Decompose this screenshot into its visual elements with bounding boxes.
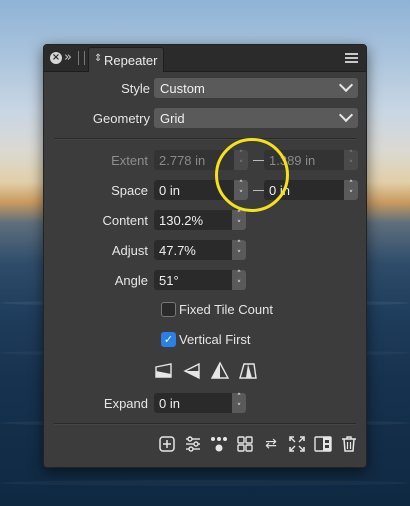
shear-down-icon[interactable] bbox=[238, 361, 258, 381]
angle-stepper[interactable]: ˄ ˅ bbox=[232, 270, 246, 290]
space-label: Space bbox=[111, 183, 148, 198]
expand-label: Expand bbox=[103, 396, 148, 411]
extent-y-stepper[interactable]: ˄ ˅ bbox=[344, 150, 358, 170]
expand-icon[interactable] bbox=[287, 434, 307, 454]
angle-field[interactable]: 51° ˄ ˅ bbox=[154, 270, 246, 290]
vertical-first-label: Vertical First bbox=[179, 332, 251, 347]
style-label: Style bbox=[121, 81, 150, 96]
divider bbox=[54, 423, 356, 425]
shear-right-icon[interactable] bbox=[182, 361, 202, 381]
tab-arrows-icon: ⇕ bbox=[94, 53, 103, 64]
spin-down-icon[interactable]: ˅ bbox=[232, 280, 246, 290]
space-x-value: 0 in bbox=[159, 183, 180, 198]
hamburger-menu-icon[interactable] bbox=[345, 53, 358, 63]
trash-icon[interactable] bbox=[339, 434, 359, 454]
spin-down-icon[interactable]: ˅ bbox=[344, 160, 358, 170]
angle-value: 51° bbox=[159, 273, 179, 288]
repeater-panel: × » ⇕ Repeater Style Custom Geometry Gri… bbox=[43, 44, 367, 468]
panel-titlebar: × » ⇕ Repeater bbox=[44, 45, 366, 72]
vertical-first-checkbox[interactable]: ✓ bbox=[161, 332, 176, 347]
spin-up-icon[interactable]: ˄ bbox=[232, 270, 246, 280]
adjust-label: Adjust bbox=[111, 243, 148, 258]
close-icon[interactable]: × bbox=[50, 52, 62, 64]
spin-up-icon[interactable]: ˄ bbox=[344, 150, 358, 160]
content-field[interactable]: 130.2% ˄ ˅ bbox=[154, 210, 246, 230]
geometry-dropdown[interactable]: Grid bbox=[154, 107, 358, 128]
wave bbox=[0, 480, 410, 486]
tab-label: Repeater bbox=[104, 53, 158, 68]
expand-field[interactable]: 0 in ˄ ˅ bbox=[154, 393, 246, 413]
space-y-stepper[interactable]: ˄ ˅ bbox=[344, 180, 358, 200]
sliders-icon[interactable] bbox=[183, 434, 203, 454]
collapse-icon[interactable]: » bbox=[64, 50, 72, 65]
chevron-down-icon bbox=[338, 77, 354, 93]
chevron-down-icon bbox=[338, 107, 354, 123]
adjust-stepper[interactable]: ˄ ˅ bbox=[232, 240, 246, 260]
spin-down-icon[interactable]: ˅ bbox=[232, 403, 246, 413]
shuffle-icon[interactable]: ⇄ bbox=[261, 434, 281, 454]
fixed-tile-count-label: Fixed Tile Count bbox=[179, 302, 273, 317]
highlight-ring bbox=[215, 138, 289, 212]
content-value: 130.2% bbox=[159, 213, 204, 228]
adjust-field[interactable]: 47.7% ˄ ˅ bbox=[154, 240, 246, 260]
geometry-value: Grid bbox=[160, 111, 185, 126]
spin-down-icon[interactable]: ˅ bbox=[232, 250, 246, 260]
spin-down-icon[interactable]: ˅ bbox=[344, 190, 358, 200]
style-dropdown[interactable]: Custom bbox=[154, 77, 358, 98]
tab-repeater[interactable]: ⇕ Repeater bbox=[88, 47, 164, 72]
expand-stepper[interactable]: ˄ ˅ bbox=[232, 393, 246, 413]
expand-value: 0 in bbox=[159, 396, 180, 411]
grip-icon[interactable] bbox=[78, 51, 85, 65]
geometry-label: Geometry bbox=[92, 111, 150, 126]
spin-up-icon[interactable]: ˄ bbox=[232, 393, 246, 403]
spin-down-icon[interactable]: ˅ bbox=[232, 220, 246, 230]
content-label: Content bbox=[102, 213, 148, 228]
adjust-value: 47.7% bbox=[159, 243, 196, 258]
content-stepper[interactable]: ˄ ˅ bbox=[232, 210, 246, 230]
fixed-tile-count-checkbox[interactable] bbox=[161, 302, 176, 317]
extent-x-value: 2.778 in bbox=[159, 153, 206, 168]
angle-label: Angle bbox=[114, 273, 148, 288]
split-view-icon[interactable] bbox=[313, 434, 333, 454]
style-value: Custom bbox=[160, 81, 205, 96]
shear-up-icon[interactable] bbox=[210, 361, 230, 381]
extent-label: Extent bbox=[111, 153, 148, 168]
nodes-icon[interactable] bbox=[209, 434, 229, 454]
shear-left-icon[interactable] bbox=[154, 361, 174, 381]
add-icon[interactable] bbox=[157, 434, 177, 454]
spin-up-icon[interactable]: ˄ bbox=[232, 210, 246, 220]
spin-up-icon[interactable]: ˄ bbox=[344, 180, 358, 190]
spin-up-icon[interactable]: ˄ bbox=[232, 240, 246, 250]
grid-icon[interactable] bbox=[235, 434, 255, 454]
divider bbox=[54, 138, 356, 140]
